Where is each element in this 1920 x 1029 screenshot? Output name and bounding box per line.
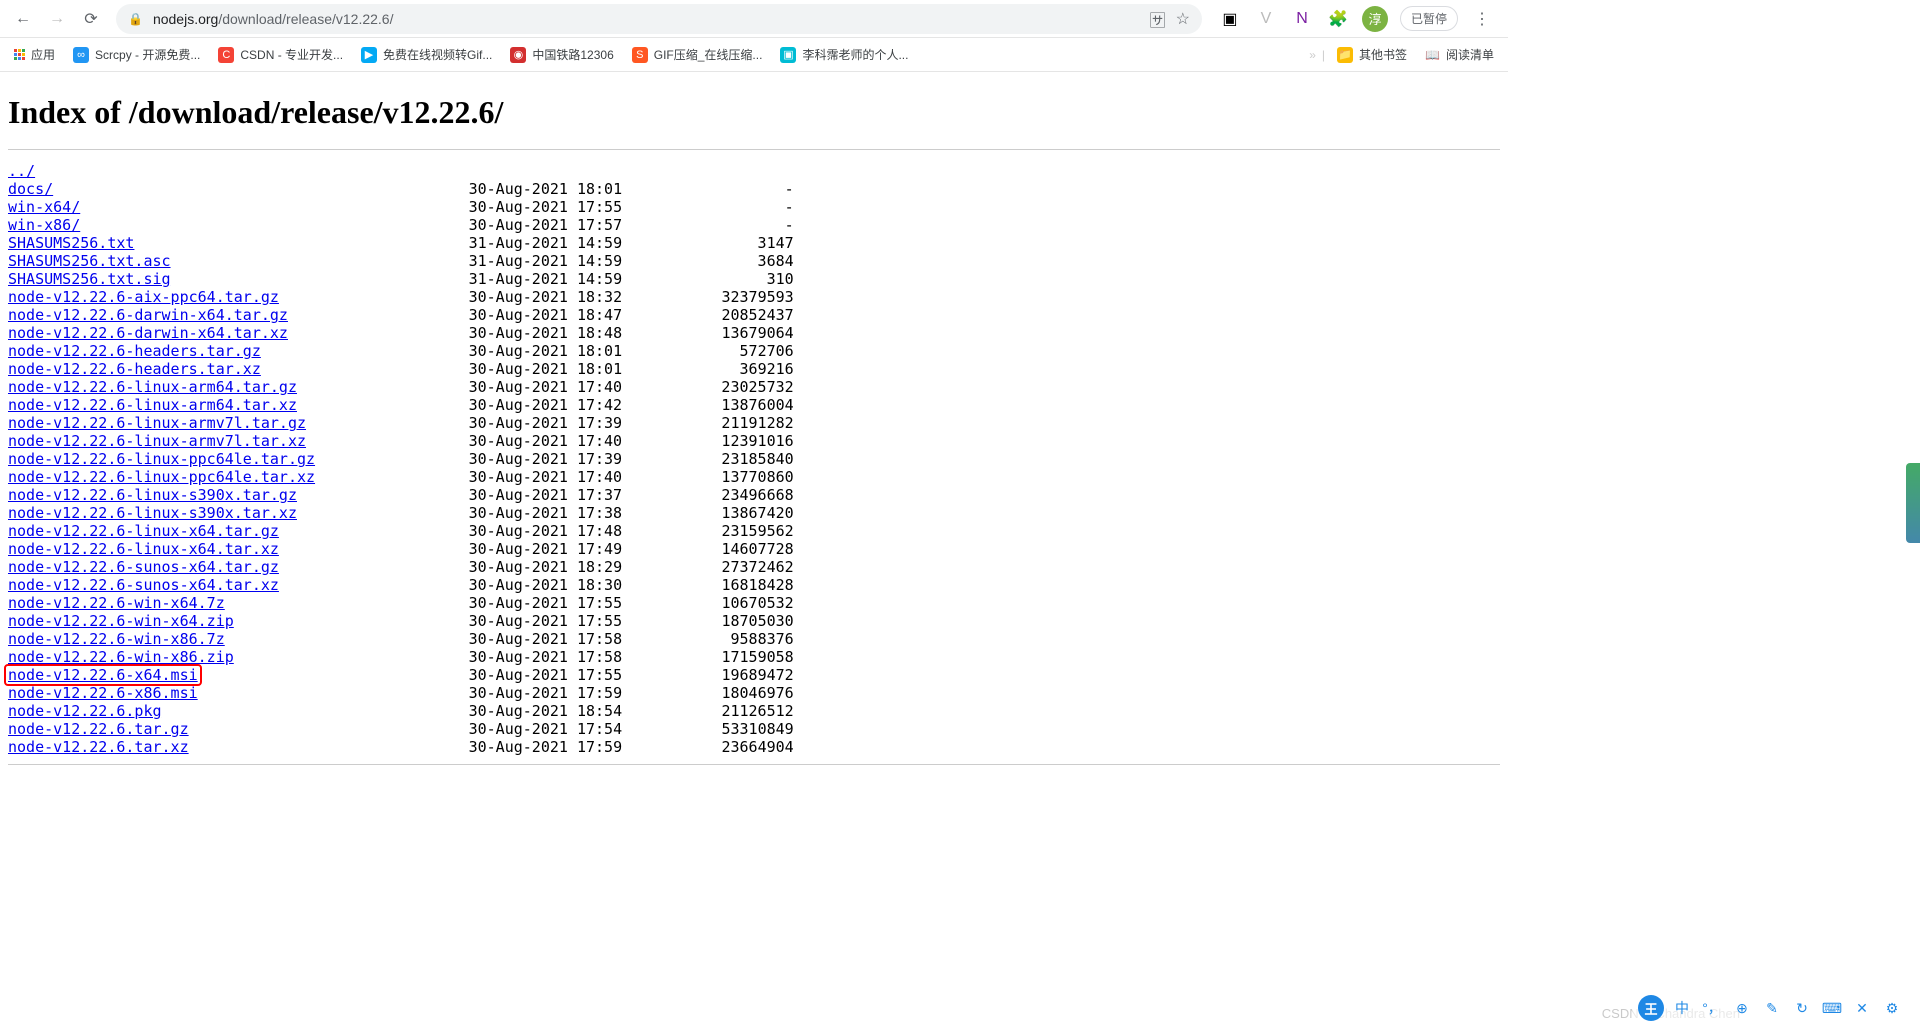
url-text: nodejs.org/download/release/v12.22.6/ <box>153 11 1140 27</box>
file-listing: ../ docs/ 30-Aug-2021 18:01 - win-x64/ 3… <box>8 162 1500 756</box>
file-link[interactable]: node-v12.22.6.tar.gz <box>8 720 189 738</box>
file-link[interactable]: node-v12.22.6-linux-ppc64le.tar.xz <box>8 468 315 486</box>
parent-dir-link[interactable]: ../ <box>8 162 35 180</box>
file-link[interactable]: node-v12.22.6-linux-s390x.tar.gz <box>8 486 297 504</box>
bookmark-item-2[interactable]: ▶ 免费在线视频转Gif... <box>355 42 498 67</box>
side-widget[interactable] <box>1906 463 1920 543</box>
file-link[interactable]: node-v12.22.6-sunos-x64.tar.gz <box>8 558 279 576</box>
file-link[interactable]: node-v12.22.6-linux-ppc64le.tar.gz <box>8 450 315 468</box>
file-link[interactable]: node-v12.22.6-darwin-x64.tar.xz <box>8 324 288 342</box>
ime-icon-4[interactable]: ✎ <box>1760 996 1784 1020</box>
forward-button[interactable]: → <box>42 4 72 34</box>
file-link[interactable]: node-v12.22.6-linux-s390x.tar.xz <box>8 504 297 522</box>
ime-icon-1[interactable]: 中 <box>1670 996 1694 1020</box>
reading-list-icon: 📖 <box>1425 48 1440 62</box>
bookmark-label: 李科霈老师的个人... <box>802 46 908 63</box>
bookmark-item-3[interactable]: ◉ 中国铁路12306 <box>504 42 619 67</box>
ime-icon-8[interactable]: ⚙ <box>1880 996 1904 1020</box>
back-button[interactable]: ← <box>8 4 38 34</box>
apps-icon <box>14 49 25 60</box>
bookmark-item-5[interactable]: ▣ 李科霈老师的个人... <box>774 42 914 67</box>
file-link[interactable]: node-v12.22.6-sunos-x64.tar.xz <box>8 576 279 594</box>
file-link[interactable]: node-v12.22.6-darwin-x64.tar.gz <box>8 306 288 324</box>
file-link[interactable]: node-v12.22.6-aix-ppc64.tar.gz <box>8 288 279 306</box>
reading-list[interactable]: 📖 阅读清单 <box>1419 42 1500 67</box>
page-title: Index of /download/release/v12.22.6/ <box>8 94 1500 131</box>
file-link[interactable]: node-v12.22.6-linux-arm64.tar.gz <box>8 378 297 396</box>
bookmark-icon: S <box>632 47 648 63</box>
page-content: Index of /download/release/v12.22.6/ ../… <box>0 72 1508 797</box>
bookmark-icon: ▶ <box>361 47 377 63</box>
extension-icon-1[interactable]: ▣ <box>1218 7 1242 31</box>
file-link[interactable]: node-v12.22.6-linux-armv7l.tar.xz <box>8 432 306 450</box>
other-bookmarks[interactable]: 📁 其他书签 <box>1331 42 1413 67</box>
pause-badge[interactable]: 已暂停 <box>1400 6 1458 31</box>
extensions-icon[interactable]: 🧩 <box>1326 7 1350 31</box>
file-link[interactable]: node-v12.22.6-headers.tar.xz <box>8 360 261 378</box>
overflow-icon[interactable]: » <box>1309 48 1316 62</box>
bookmark-icon: ▣ <box>780 47 796 63</box>
extension-icon-3[interactable]: N <box>1290 7 1314 31</box>
bookmark-label: 中国铁路12306 <box>532 46 613 63</box>
file-link[interactable]: docs/ <box>8 180 53 198</box>
translate-icon[interactable]: 🈂 <box>1150 7 1166 31</box>
file-link[interactable]: SHASUMS256.txt.sig <box>8 270 171 288</box>
toolbar-icons: ▣ V N 🧩 淳 已暂停 ⋮ <box>1212 6 1500 32</box>
menu-icon[interactable]: ⋮ <box>1470 7 1494 31</box>
bookmarks-bar: 应用 ∞ Scrcpy - 开源免费... C CSDN - 专业开发... ▶ 免费在线… <box>0 38 1508 72</box>
reload-button[interactable]: ⟳ <box>76 4 106 34</box>
bookmark-icon: ∞ <box>73 47 89 63</box>
file-link[interactable]: win-x86/ <box>8 216 80 234</box>
bookmark-icon: ◉ <box>510 47 526 63</box>
file-link[interactable]: node-v12.22.6.tar.xz <box>8 738 189 756</box>
file-link[interactable]: win-x64/ <box>8 198 80 216</box>
bookmark-item-0[interactable]: ∞ Scrcpy - 开源免费... <box>67 42 206 67</box>
bookmark-label: GIF压缩_在线压缩... <box>654 46 763 63</box>
divider <box>8 764 1500 765</box>
address-bar[interactable]: 🔒 nodejs.org/download/release/v12.22.6/ … <box>116 4 1202 34</box>
file-link[interactable]: node-v12.22.6-win-x64.7z <box>8 594 225 612</box>
bookmark-icon: C <box>218 47 234 63</box>
file-link[interactable]: node-v12.22.6-x86.msi <box>8 684 198 702</box>
file-link[interactable]: node-v12.22.6-win-x86.7z <box>8 630 225 648</box>
bookmark-item-1[interactable]: C CSDN - 专业开发... <box>212 42 349 67</box>
file-link[interactable]: node-v12.22.6-headers.tar.gz <box>8 342 261 360</box>
lock-icon: 🔒 <box>128 12 143 26</box>
bookmark-item-4[interactable]: S GIF压缩_在线压缩... <box>626 42 769 67</box>
file-link[interactable]: node-v12.22.6-linux-x64.tar.gz <box>8 522 279 540</box>
ime-circle[interactable]: 王 <box>1638 995 1664 1021</box>
ime-icon-3[interactable]: ⊕ <box>1730 996 1754 1020</box>
apps-button[interactable]: 应用 <box>8 42 61 67</box>
file-link[interactable]: node-v12.22.6-win-x64.zip <box>8 612 234 630</box>
file-link[interactable]: node-v12.22.6-linux-x64.tar.xz <box>8 540 279 558</box>
file-link[interactable]: node-v12.22.6.pkg <box>8 702 162 720</box>
file-link[interactable]: SHASUMS256.txt.asc <box>8 252 171 270</box>
profile-avatar[interactable]: 淳 <box>1362 6 1388 32</box>
divider <box>8 149 1500 150</box>
bookmark-label: 免费在线视频转Gif... <box>383 46 492 63</box>
ime-icon-7[interactable]: ✕ <box>1850 996 1874 1020</box>
file-link[interactable]: node-v12.22.6-linux-arm64.tar.xz <box>8 396 297 414</box>
file-link[interactable]: SHASUMS256.txt <box>8 234 134 252</box>
file-link[interactable]: node-v12.22.6-linux-armv7l.tar.gz <box>8 414 306 432</box>
bookmark-label: Scrcpy - 开源免费... <box>95 46 200 63</box>
browser-toolbar: ← → ⟳ 🔒 nodejs.org/download/release/v12.… <box>0 0 1508 38</box>
bookmark-label: CSDN - 专业开发... <box>240 46 343 63</box>
bottom-toolbar: 王 中 °， ⊕ ✎ ↻ ⌨ ✕ ⚙ <box>1632 993 1910 1023</box>
star-icon[interactable]: ☆ <box>1176 9 1190 29</box>
ime-icon-5[interactable]: ↻ <box>1790 996 1814 1020</box>
ime-icon-2[interactable]: °， <box>1700 996 1724 1020</box>
extension-icon-2[interactable]: V <box>1254 7 1278 31</box>
ime-icon-6[interactable]: ⌨ <box>1820 996 1844 1020</box>
file-link[interactable]: node-v12.22.6-x64.msi <box>8 666 198 684</box>
folder-icon: 📁 <box>1337 47 1353 63</box>
